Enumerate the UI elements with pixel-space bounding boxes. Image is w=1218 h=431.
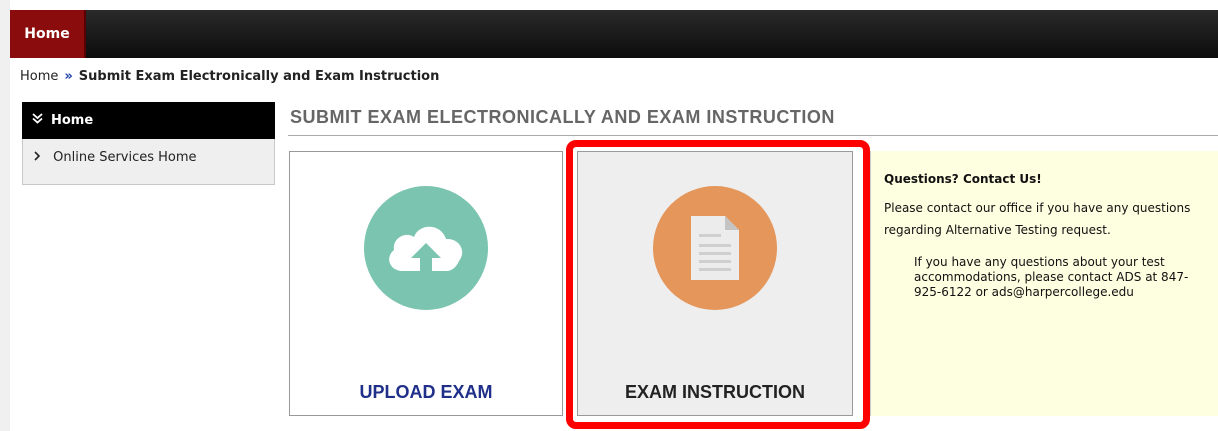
nav-tab-home[interactable]: Home <box>10 10 86 58</box>
chevron-right-icon <box>33 150 45 165</box>
sidebar-header[interactable]: Home <box>22 102 275 139</box>
sidebar-menu: Online Services Home <box>22 139 275 185</box>
exam-instruction-card[interactable]: EXAM INSTRUCTION <box>577 151 853 416</box>
upload-exam-label: UPLOAD EXAM <box>359 382 493 402</box>
cloud-upload-icon <box>364 186 488 310</box>
top-nav-bar <box>10 10 1218 58</box>
breadcrumb-home-link[interactable]: Home <box>20 69 58 84</box>
exam-instruction-label: EXAM INSTRUCTION <box>625 382 805 402</box>
page-title: SUBMIT EXAM ELECTRONICALLY AND EXAM INST… <box>290 107 835 127</box>
contact-panel: Questions? Contact Us! Please contact ou… <box>870 151 1218 416</box>
contact-heading: Questions? Contact Us! <box>884 172 1042 186</box>
title-divider <box>288 135 1218 136</box>
sidebar-header-label: Home <box>51 113 94 128</box>
breadcrumb: Home » Submit Exam Electronically and Exam… <box>20 69 439 84</box>
document-icon <box>653 186 777 310</box>
double-chevron-down-icon <box>32 113 43 128</box>
contact-text: Please contact our office if you have an… <box>884 201 1191 237</box>
breadcrumb-current: Submit Exam Electronically and Exam Inst… <box>78 69 440 84</box>
left-gutter <box>0 0 10 431</box>
upload-exam-card[interactable]: UPLOAD EXAM <box>289 151 563 416</box>
breadcrumb-separator: » <box>64 69 73 84</box>
sidebar-item-label: Online Services Home <box>53 150 197 165</box>
contact-details: If you have any questions about your tes… <box>914 255 1189 299</box>
sidebar-item-online-services-home[interactable]: Online Services Home <box>33 150 197 165</box>
